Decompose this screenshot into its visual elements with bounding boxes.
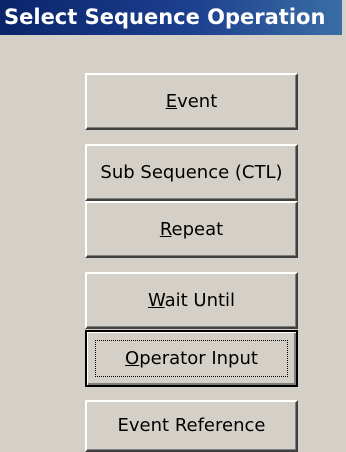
sub-sequence-label-text: Sub Sequence (CTL) [100,162,283,183]
repeat-label-rest: epeat [171,219,224,240]
event-label-rest: vent [177,91,218,112]
wait-until-button-label: Wait Until [148,290,235,311]
wait-until-button[interactable]: Wait Until [85,272,298,329]
operator-input-label-rest: perator Input [139,348,258,369]
event-button-label: Event [166,91,218,112]
event-reference-button[interactable]: Event Reference [85,400,298,452]
operation-button-list: Event Sub Sequence (CTL) Repeat Wait Unt… [85,0,298,452]
repeat-button[interactable]: Repeat [85,201,298,258]
wait-until-mnemonic: W [147,290,165,311]
repeat-button-label: Repeat [160,219,223,240]
wait-until-label-rest: ait Until [164,290,236,311]
repeat-mnemonic: R [159,219,172,240]
event-reference-label-text: Event Reference [117,415,266,436]
operator-input-mnemonic: O [125,348,140,369]
event-reference-button-label: Event Reference [118,415,266,436]
operator-input-button-label: Operator Input [125,348,258,369]
operator-input-button[interactable]: Operator Input [85,330,298,387]
sub-sequence-ctl-button[interactable]: Sub Sequence (CTL) [85,144,298,201]
sub-sequence-button-label: Sub Sequence (CTL) [100,162,282,183]
event-button[interactable]: Event [85,73,298,130]
select-sequence-operation-dialog: Select Sequence Operation Event Sub Sequ… [0,0,346,452]
event-mnemonic: E [165,91,178,112]
